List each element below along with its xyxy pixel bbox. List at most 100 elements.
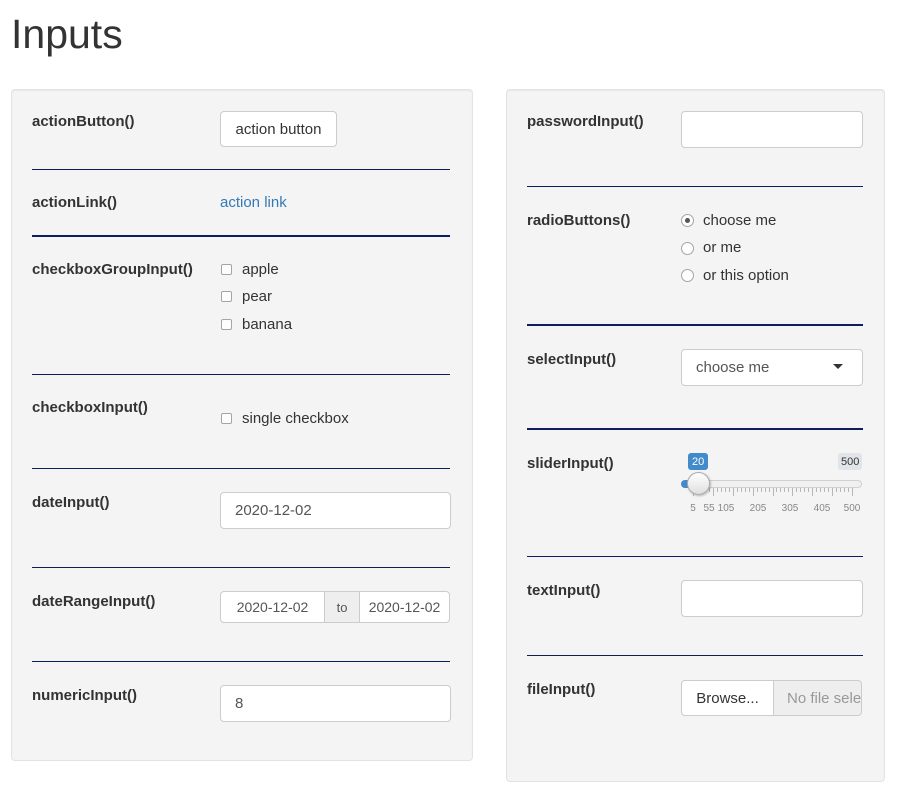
slider-tick	[764, 488, 766, 492]
slider-tick	[776, 488, 778, 492]
date-range-input: 2020-12-02 to 2020-12-02	[220, 591, 450, 623]
radio-choose-me-label: choose me	[703, 212, 777, 229]
chevron-down-icon	[833, 364, 843, 369]
radio-or-this-option[interactable]	[681, 269, 694, 282]
slider-tick-label: 55	[703, 503, 715, 514]
slider-handle[interactable]	[687, 472, 710, 495]
single-checkbox-label: single checkbox	[242, 410, 349, 427]
slider-tick	[852, 488, 853, 496]
action-button[interactable]: action button	[220, 111, 337, 147]
slider-tick	[708, 488, 710, 492]
date-range-start[interactable]: 2020-12-02	[220, 591, 325, 623]
checkbox-group-label: checkboxGroupInput()	[32, 261, 193, 278]
slider-tick	[828, 488, 830, 492]
password-input[interactable]	[681, 111, 863, 148]
checkbox-pear-label: pear	[242, 288, 273, 305]
slider-tick	[824, 488, 826, 492]
slider-tick	[732, 488, 734, 496]
slider-tick	[788, 488, 790, 492]
select-input-label: selectInput()	[527, 351, 617, 368]
slider-tick-label: 5	[690, 503, 696, 514]
checkbox-apple[interactable]	[221, 264, 232, 275]
date-input-label: dateInput()	[32, 494, 110, 511]
right-panel	[506, 89, 885, 782]
slider-tick	[816, 488, 818, 492]
text-input[interactable]	[681, 580, 863, 617]
radio-choose-me[interactable]	[681, 214, 694, 227]
slider-tick	[736, 488, 738, 492]
slider-tick	[760, 488, 762, 492]
file-input-label: fileInput()	[527, 681, 596, 698]
radio-buttons-label: radioButtons()	[527, 212, 631, 229]
slider-tick	[808, 488, 810, 492]
divider	[32, 374, 450, 375]
slider-tick	[812, 488, 814, 496]
numeric-input-label: numericInput()	[32, 687, 137, 704]
date-range-separator: to	[325, 591, 359, 623]
slider-input-label: sliderInput()	[527, 455, 614, 472]
page-title: Inputs	[11, 11, 123, 57]
slider-tick	[804, 488, 806, 492]
password-input-label: passwordInput()	[527, 113, 644, 130]
slider-tick	[724, 488, 726, 492]
slider-value-label: 20	[688, 453, 709, 470]
slider-max-label: 500	[838, 453, 863, 470]
text-input-label: textInput()	[527, 582, 601, 599]
divider	[527, 556, 863, 557]
divider	[527, 428, 863, 430]
slider-tick	[800, 488, 802, 492]
slider-tick	[784, 488, 786, 492]
slider-tick	[836, 488, 838, 492]
divider	[32, 169, 450, 170]
slider-tick	[748, 488, 750, 492]
slider-tick-label: 105	[717, 503, 735, 514]
slider-tick	[848, 488, 850, 492]
radio-or-me[interactable]	[681, 242, 694, 255]
file-name-field[interactable]: No file selected	[773, 680, 862, 716]
slider-tick	[712, 488, 714, 496]
action-button-label: actionButton()	[32, 113, 135, 130]
slider-tick	[740, 488, 742, 492]
slider-tick	[744, 488, 746, 492]
slider-tick	[752, 488, 754, 496]
divider	[32, 235, 450, 237]
checkbox-pear[interactable]	[221, 291, 232, 302]
divider	[32, 567, 450, 568]
slider-tick	[780, 488, 782, 492]
slider-tick	[832, 488, 834, 496]
slider-tick	[728, 488, 730, 492]
slider-tick-label: 405	[813, 503, 831, 514]
slider-tick	[820, 488, 822, 492]
slider-tick	[844, 488, 846, 492]
action-link[interactable]: action link	[220, 194, 287, 211]
select-value: choose me	[696, 359, 770, 376]
divider	[32, 468, 450, 469]
single-checkbox[interactable]	[221, 413, 232, 424]
radio-or-me-label: or me	[703, 239, 742, 256]
slider-tick-label: 500	[843, 503, 861, 514]
slider-tick	[720, 488, 722, 492]
slider-tick	[768, 488, 770, 492]
slider-tick-label: 205	[749, 503, 767, 514]
slider-tick	[756, 488, 758, 492]
date-range-label: dateRangeInput()	[32, 593, 156, 610]
action-link-label: actionLink()	[32, 194, 117, 211]
slider-tick	[716, 488, 718, 492]
checkbox-apple-label: apple	[242, 261, 279, 278]
slider-tick-label: 305	[781, 503, 799, 514]
checkbox-banana[interactable]	[221, 319, 232, 330]
radio-or-this-option-label: or this option	[703, 267, 789, 284]
slider-tick	[796, 488, 798, 492]
numeric-input[interactable]: 8	[220, 685, 451, 722]
date-range-end[interactable]: 2020-12-02	[359, 591, 450, 623]
slider-tick	[840, 488, 842, 492]
date-input[interactable]: 2020-12-02	[220, 492, 451, 529]
slider-tick	[772, 488, 774, 496]
divider	[527, 186, 863, 187]
select-input[interactable]: choose me	[681, 349, 863, 386]
browse-button[interactable]: Browse...	[681, 680, 774, 716]
divider	[32, 661, 450, 662]
checkbox-banana-label: banana	[242, 316, 293, 333]
divider	[527, 655, 863, 656]
divider	[527, 324, 863, 326]
